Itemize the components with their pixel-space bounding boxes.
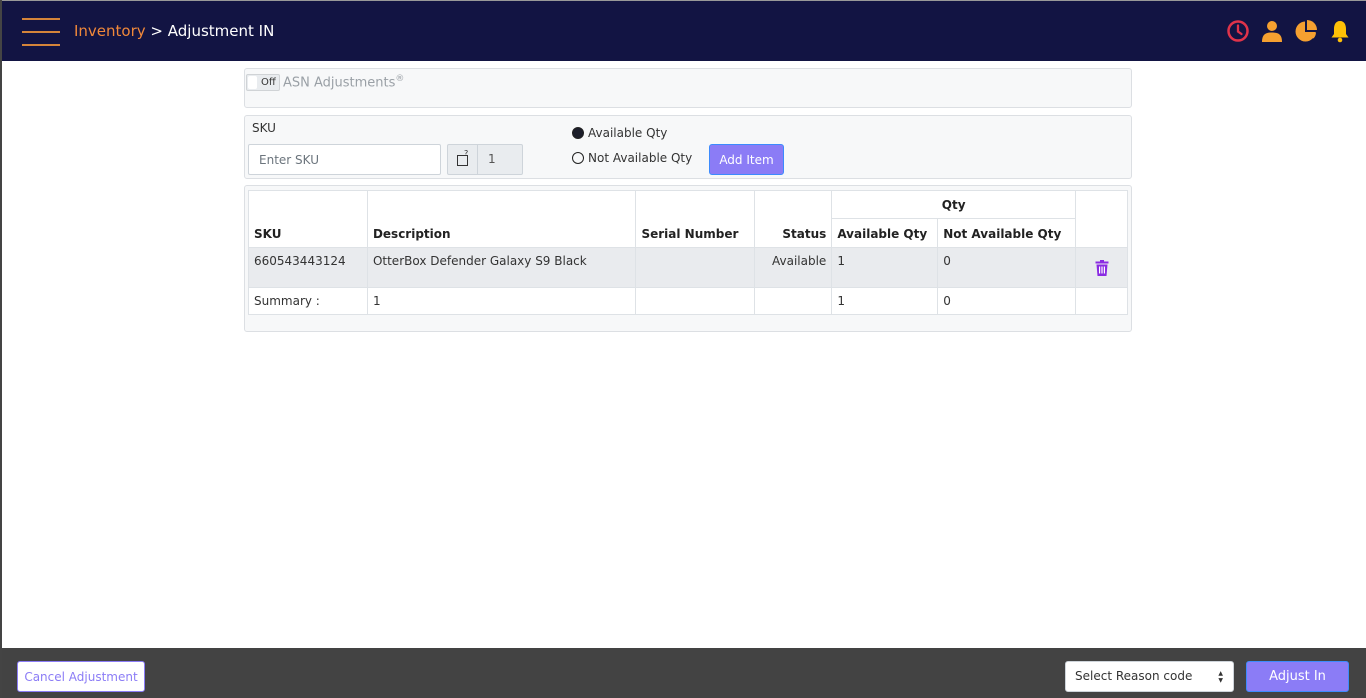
help-icon: ? — [464, 149, 469, 158]
breadcrumb-inventory-link[interactable]: Inventory — [74, 22, 146, 40]
radio-unselected-icon — [572, 152, 584, 164]
trash-icon[interactable] — [1095, 260, 1109, 276]
footer-bar: Cancel Adjustment Select Reason code ▲ ▼ A… — [2, 648, 1366, 698]
pie-chart-icon[interactable] — [1294, 19, 1318, 43]
quantity-group: ? 1 — [447, 144, 523, 175]
radio-label: Available Qty — [588, 126, 668, 140]
column-header-status: Status — [754, 190, 833, 248]
summary-actions — [1075, 287, 1128, 315]
asn-label: ASN Adjustments® — [283, 74, 404, 90]
help-icon[interactable]: ® — [395, 74, 404, 84]
cell-available-qty: 1 — [831, 247, 939, 288]
quantity-field[interactable]: 1 — [478, 145, 496, 174]
summary-serial — [635, 287, 756, 315]
sku-entry-panel: SKU ? 1 Available Qty Not Available Qty … — [244, 115, 1132, 179]
cell-sku: 660543443124 — [248, 247, 368, 288]
menu-icon[interactable] — [22, 18, 60, 46]
reason-code-select[interactable]: Select Reason code ▲ ▼ — [1065, 661, 1234, 692]
breadcrumb-separator: > — [145, 22, 168, 40]
summary-description-count: 1 — [366, 287, 637, 315]
asn-label-text: ASN Adjustments — [283, 75, 396, 91]
page-title: Adjustment IN — [167, 22, 275, 40]
app-window: Inventory > Adjustment IN Off ASN Adjust… — [0, 0, 1366, 698]
column-header-available-qty: Available Qty — [831, 218, 939, 248]
column-header-serial-number: Serial Number — [635, 190, 756, 248]
summary-status — [754, 287, 833, 315]
cell-actions — [1075, 247, 1128, 288]
items-table-panel: SKU Description Serial Number Status Qty… — [244, 185, 1132, 332]
cell-serial-number — [635, 247, 756, 288]
clock-icon[interactable] — [1226, 19, 1250, 43]
cancel-adjustment-button[interactable]: Cancel Adjustment — [17, 661, 145, 692]
cell-not-available-qty: 0 — [937, 247, 1077, 288]
sku-input[interactable] — [248, 144, 441, 175]
select-arrows-icon: ▲ ▼ — [1218, 670, 1223, 684]
items-table: SKU Description Serial Number Status Qty… — [248, 190, 1128, 315]
summary-label: Summary : — [248, 287, 368, 315]
summary-available-qty: 1 — [831, 287, 939, 315]
summary-row: Summary : 1 1 0 — [248, 287, 1128, 315]
bell-icon[interactable] — [1328, 19, 1352, 43]
top-navbar: Inventory > Adjustment IN — [2, 0, 1366, 61]
asn-toggle[interactable]: Off — [246, 74, 280, 91]
cell-status: Available — [754, 247, 833, 288]
cell-description: OtterBox Defender Galaxy S9 Black — [366, 247, 637, 288]
radio-not-available-qty[interactable]: Not Available Qty — [572, 151, 692, 165]
user-icon[interactable] — [1260, 19, 1284, 43]
asn-panel: Off ASN Adjustments® — [244, 68, 1132, 108]
column-header-not-available-qty: Not Available Qty — [937, 218, 1077, 248]
column-group-header-qty: Qty — [831, 190, 1077, 219]
quantity-toggle-checkbox[interactable]: ? — [448, 145, 478, 174]
add-item-button[interactable]: Add Item — [709, 144, 784, 175]
summary-not-available-qty: 0 — [937, 287, 1077, 315]
header-actions — [1226, 19, 1352, 43]
radio-available-qty[interactable]: Available Qty — [572, 126, 667, 140]
breadcrumb: Inventory > Adjustment IN — [74, 22, 274, 40]
column-header-description: Description — [366, 190, 637, 248]
sku-label: SKU — [252, 121, 276, 135]
radio-label: Not Available Qty — [588, 151, 693, 165]
table-header-group-row: SKU Description Serial Number Status Qty — [248, 190, 1128, 248]
table-row: 660543443124 OtterBox Defender Galaxy S9… — [248, 247, 1128, 288]
column-header-actions — [1075, 190, 1128, 248]
adjust-in-button[interactable]: Adjust In — [1246, 661, 1349, 692]
column-header-sku: SKU — [248, 190, 368, 248]
reason-code-select-value: Select Reason code — [1075, 669, 1193, 683]
radio-selected-icon — [572, 127, 584, 139]
